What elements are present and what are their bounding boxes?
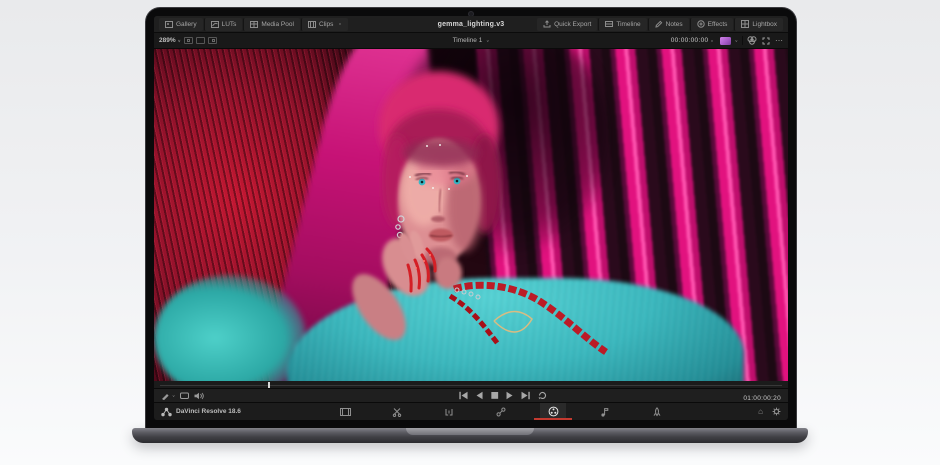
pen-tool-icon bbox=[161, 391, 170, 400]
color-wheels-icon[interactable] bbox=[747, 36, 757, 45]
page-bar-right: ⌂ bbox=[758, 407, 781, 416]
chevron-down-icon: ∨ bbox=[735, 38, 738, 43]
timeline-button[interactable]: Timeline bbox=[598, 18, 646, 31]
toggle-icon bbox=[187, 39, 190, 42]
fusion-page-icon bbox=[496, 407, 506, 417]
page-edit-button[interactable] bbox=[436, 403, 462, 420]
viewer-zoom-value: 289% bbox=[159, 37, 176, 44]
pen-tool-button[interactable]: ∨ bbox=[161, 391, 175, 400]
viewer-tools: ∨ bbox=[161, 391, 204, 400]
play-button[interactable] bbox=[506, 391, 514, 400]
playhead-timecode-wrap: 01:00:00:20 bbox=[743, 387, 781, 405]
quick-export-label: Quick Export bbox=[554, 21, 591, 28]
page-fairlight-button[interactable] bbox=[592, 403, 618, 420]
chevron-down-icon: ∨ bbox=[486, 39, 489, 44]
viewer-scrubber[interactable] bbox=[154, 381, 788, 389]
color-page-icon bbox=[548, 406, 559, 417]
notes-label: Notes bbox=[666, 21, 683, 28]
luts-icon bbox=[211, 21, 219, 28]
gallery-icon bbox=[165, 21, 173, 28]
gallery-label: Gallery bbox=[176, 21, 197, 28]
lightbox-label: Lightbox bbox=[752, 21, 777, 28]
notes-button[interactable]: Notes bbox=[648, 18, 689, 31]
deliver-page-icon bbox=[652, 407, 662, 417]
davinci-logo-icon bbox=[161, 407, 172, 417]
media-pool-label: Media Pool bbox=[261, 21, 294, 28]
quick-export-button[interactable]: Quick Export bbox=[537, 18, 597, 31]
chevron-down-icon: ∨ bbox=[178, 39, 181, 44]
expand-icon[interactable] bbox=[762, 37, 770, 45]
macbook-lid: gemma_lighting.v3 Gallery LUTs Media Poo… bbox=[145, 7, 797, 428]
playhead-marker[interactable] bbox=[268, 382, 270, 388]
more-options-icon[interactable]: ⋯ bbox=[775, 36, 783, 45]
clips-button[interactable]: Clips ∨ bbox=[301, 18, 348, 31]
page-media-button[interactable] bbox=[332, 403, 358, 420]
effects-button[interactable]: Effects bbox=[690, 18, 734, 31]
fairlight-page-icon bbox=[600, 407, 610, 417]
clip-thumbnail-icon[interactable] bbox=[720, 37, 731, 45]
timeline-label: Timeline bbox=[616, 21, 640, 28]
home-icon[interactable]: ⌂ bbox=[758, 408, 763, 416]
transport-bar: ∨ 01:00:00:20 bbox=[154, 389, 788, 403]
effects-label: Effects bbox=[708, 21, 728, 28]
quick-export-icon bbox=[543, 20, 551, 28]
viewer-timecode[interactable]: 00:00:00:00 bbox=[671, 37, 709, 44]
effects-icon bbox=[697, 20, 705, 28]
luts-label: LUTs bbox=[222, 21, 237, 28]
macbook-laptop: gemma_lighting.v3 Gallery LUTs Media Poo… bbox=[0, 0, 940, 465]
page-deliver-button[interactable] bbox=[644, 403, 670, 420]
stop-button[interactable] bbox=[491, 391, 499, 400]
step-back-button[interactable] bbox=[476, 391, 484, 400]
gear-icon[interactable] bbox=[772, 407, 781, 416]
page-bar: DaVinci Resolve 18.6 bbox=[154, 403, 788, 420]
viewer-mode-toggle-3[interactable] bbox=[208, 37, 217, 44]
toolbar-right-group: Quick Export Timeline Notes Effects bbox=[537, 18, 783, 31]
lightbox-button[interactable]: Lightbox bbox=[734, 18, 783, 31]
viewer-canvas[interactable] bbox=[154, 49, 788, 381]
clips-label: Clips bbox=[319, 21, 333, 28]
media-pool-button[interactable]: Media Pool bbox=[243, 18, 300, 31]
toggle-icon bbox=[212, 39, 215, 42]
macbook-base bbox=[132, 428, 808, 443]
chevron-down-icon: ∨ bbox=[338, 22, 341, 27]
photo-portrait-overlay bbox=[154, 49, 788, 381]
viewer-zoom-select[interactable]: 289%∨ bbox=[159, 37, 181, 44]
loop-button[interactable] bbox=[538, 391, 548, 400]
playhead-timecode: 01:00:00:20 bbox=[743, 395, 781, 402]
skip-to-start-button[interactable] bbox=[459, 391, 469, 400]
cut-page-icon bbox=[392, 407, 402, 417]
viewer-toolbar: Timeline 1 ∨ 289%∨ 00:00:00:00 ∨ ∨ ⋯ bbox=[154, 33, 788, 49]
lightbox-icon bbox=[741, 20, 749, 28]
toolbar-left-group: Gallery LUTs Media Pool Clips ∨ bbox=[159, 18, 348, 31]
viewer-mode-toggle-2[interactable] bbox=[196, 37, 205, 44]
lid-notch bbox=[406, 428, 534, 435]
clips-icon bbox=[308, 21, 316, 28]
edit-page-icon bbox=[444, 407, 454, 417]
app-version-label: DaVinci Resolve 18.6 bbox=[176, 408, 241, 415]
notes-icon bbox=[655, 20, 663, 28]
chevron-down-icon: ∨ bbox=[710, 38, 713, 43]
top-toolbar: gemma_lighting.v3 Gallery LUTs Media Poo… bbox=[154, 16, 788, 33]
luts-button[interactable]: LUTs bbox=[204, 18, 243, 31]
project-title: gemma_lighting.v3 bbox=[438, 21, 505, 28]
app-brand: DaVinci Resolve 18.6 bbox=[161, 407, 241, 417]
skip-to-end-button[interactable] bbox=[521, 391, 531, 400]
timeline-icon bbox=[605, 20, 613, 28]
page-cut-button[interactable] bbox=[384, 403, 410, 420]
davinci-resolve-window: gemma_lighting.v3 Gallery LUTs Media Poo… bbox=[154, 16, 788, 420]
gallery-button[interactable]: Gallery bbox=[159, 18, 203, 31]
page-fusion-button[interactable] bbox=[488, 403, 514, 420]
transport-controls bbox=[459, 391, 548, 400]
scrubber-track[interactable] bbox=[160, 385, 782, 386]
timeline-selector[interactable]: Timeline 1 bbox=[453, 37, 483, 44]
page-buttons bbox=[332, 403, 670, 420]
divider bbox=[742, 36, 743, 45]
speaker-icon[interactable] bbox=[194, 392, 204, 400]
chevron-down-icon: ∨ bbox=[172, 393, 175, 398]
media-pool-icon bbox=[250, 21, 258, 28]
page-color-button[interactable] bbox=[540, 403, 566, 420]
viewer-mode-toggle-1[interactable] bbox=[184, 37, 193, 44]
annotation-icon[interactable] bbox=[180, 392, 189, 400]
media-page-icon bbox=[340, 407, 351, 417]
